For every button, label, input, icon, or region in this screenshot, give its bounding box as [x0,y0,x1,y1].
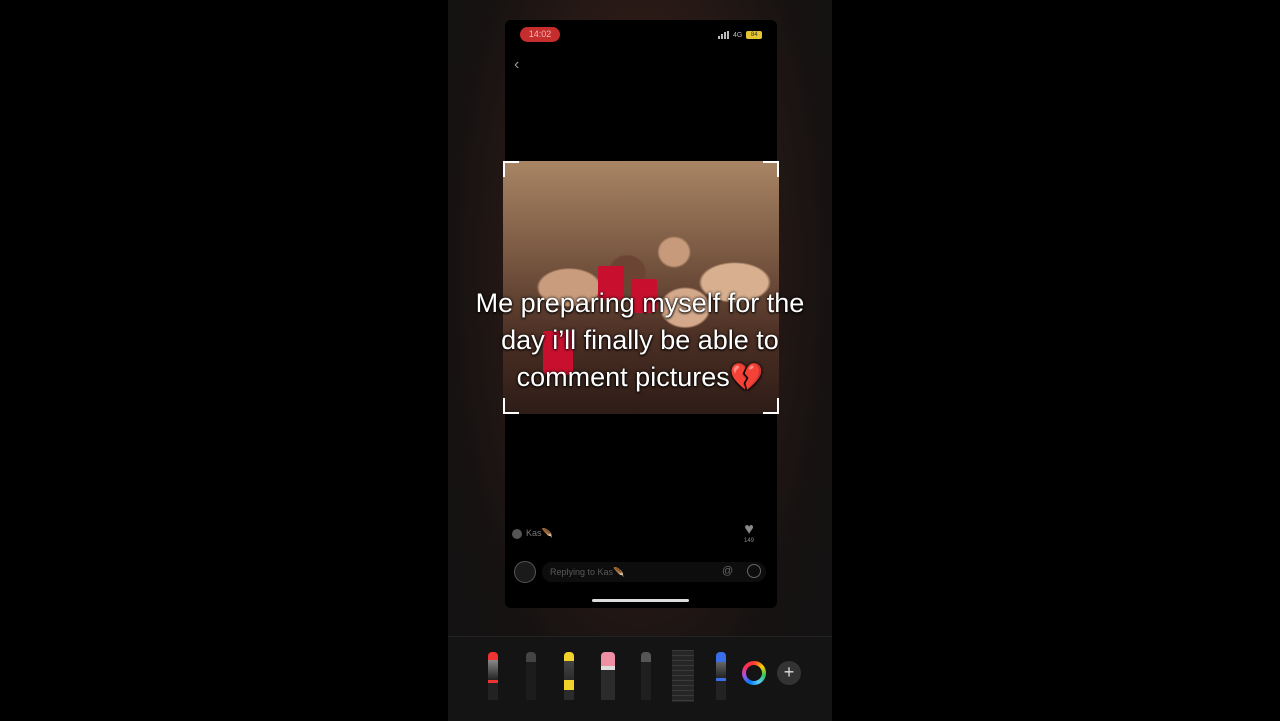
status-icons: 4G 84 [718,31,763,39]
markup-toolbar [448,636,832,721]
pen-tool[interactable] [488,652,498,700]
blue-pen-tool[interactable] [716,652,726,700]
crop-handle[interactable] [503,398,519,414]
eraser-tool[interactable] [601,652,615,700]
author-avatar [512,528,522,539]
at-icon[interactable]: @ [722,565,733,577]
author-name: Kas🪶 [526,528,553,538]
pencil-tool[interactable] [641,652,651,700]
reply-avatar [514,561,536,583]
crop-handle[interactable] [503,161,519,177]
status-time: 14:02 [520,27,560,42]
heart-icon: ♥ [744,521,754,538]
post-author[interactable]: Kas🪶 [512,528,553,539]
highlighter-tool[interactable] [564,652,574,700]
crop-handle[interactable] [763,398,779,414]
plus-icon[interactable]: + [777,661,801,685]
home-indicator [592,599,689,602]
post-caption: Me preparing myself for the day i’ll fin… [475,288,805,392]
like-count: 149 [744,538,755,544]
like-button[interactable]: ♥ 149 [744,521,755,545]
color-picker-icon[interactable] [742,661,766,685]
ruler-tool[interactable] [672,650,694,702]
emoji-icon[interactable] [747,564,761,578]
signal-icon [718,31,729,39]
network-label: 4G [733,31,743,39]
battery-icon: 84 [746,31,763,39]
chevron-left-icon[interactable]: ‹ [514,56,519,74]
marker-tool[interactable] [526,652,536,700]
crop-handle[interactable] [763,161,779,177]
